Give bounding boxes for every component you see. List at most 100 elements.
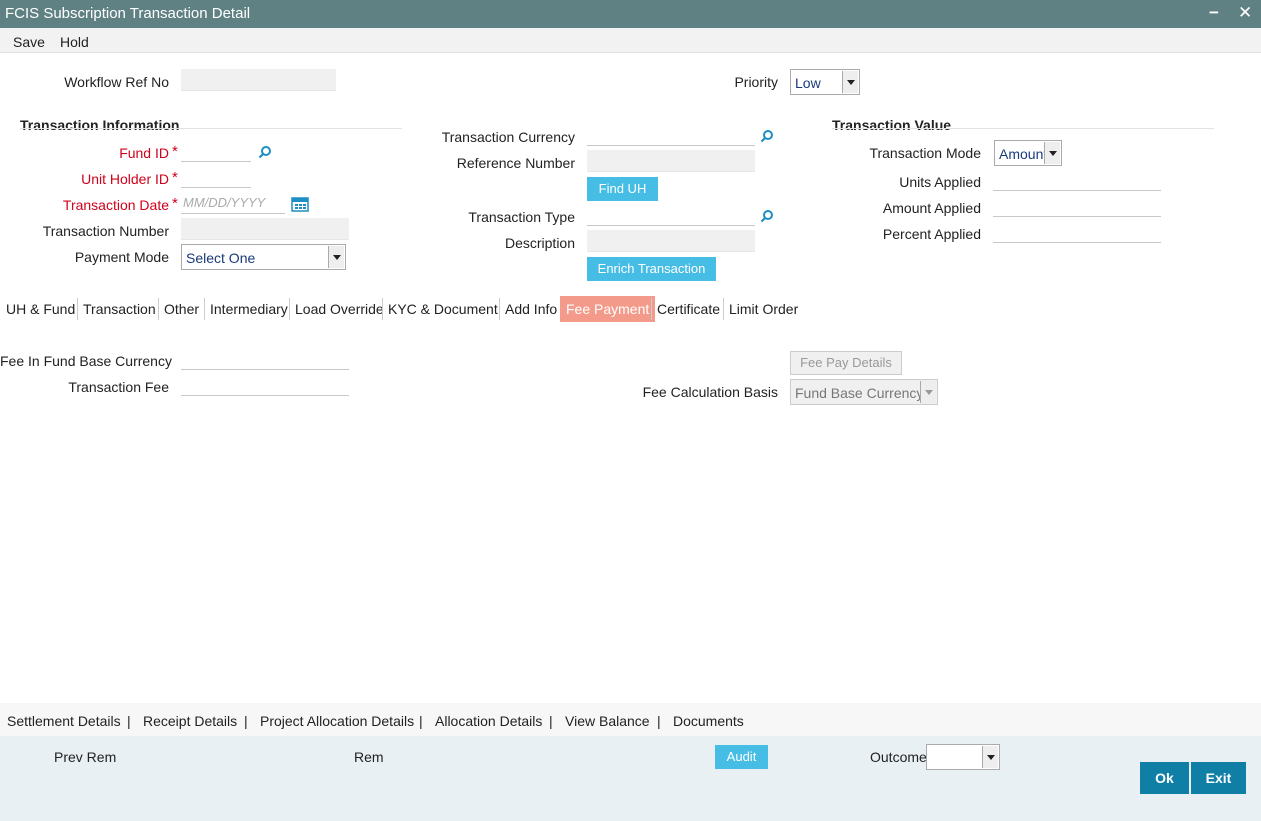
percent-applied-label: Percent Applied (882, 226, 981, 242)
tab-other[interactable]: Other (158, 296, 205, 322)
description-field[interactable] (587, 230, 755, 252)
transaction-number-input[interactable] (181, 218, 349, 239)
units-applied-field[interactable] (993, 169, 1161, 191)
chevron-down-icon[interactable] (1044, 142, 1060, 164)
payment-mode-label: Payment Mode (74, 249, 169, 265)
close-icon[interactable]: ✕ (1238, 3, 1252, 23)
transaction-currency-input[interactable] (587, 124, 755, 145)
link-separator: | (657, 713, 661, 729)
transaction-mode-select[interactable]: Amount (994, 140, 1062, 166)
audit-button[interactable]: Audit (715, 745, 768, 769)
link-separator: | (244, 713, 248, 729)
chevron-down-icon[interactable] (328, 246, 344, 268)
ok-button[interactable]: Ok (1140, 762, 1189, 794)
fund-id-field[interactable] (181, 140, 251, 162)
transaction-type-search-icon[interactable] (760, 209, 774, 223)
transaction-mode-label: Transaction Mode (869, 145, 981, 161)
transaction-currency-field[interactable] (587, 124, 755, 146)
fee-calculation-basis-select[interactable]: Fund Base Currency (790, 379, 938, 405)
workflow-ref-field[interactable] (181, 69, 336, 91)
minimize-icon[interactable]: − (1209, 3, 1219, 23)
fund-id-search-icon[interactable] (258, 145, 272, 159)
outcome-label: Outcome (870, 749, 927, 765)
transaction-type-input[interactable] (587, 204, 755, 225)
percent-applied-field[interactable] (993, 221, 1161, 243)
tab-limit-order[interactable]: Limit Order (723, 296, 804, 322)
transaction-mode-value: Amount (999, 146, 1048, 162)
calendar-icon[interactable] (291, 196, 309, 212)
transaction-number-label: Transaction Number (42, 223, 169, 239)
outcome-select[interactable] (926, 744, 1000, 770)
link-separator: | (549, 713, 553, 729)
fee-in-fund-base-currency-input[interactable] (181, 348, 349, 369)
workflow-ref-label: Workflow Ref No (64, 74, 169, 90)
menu-bar: Save Hold (0, 28, 1261, 53)
footer-bar: Prev Rem Rem Audit Outcome Ok Exit (0, 736, 1261, 821)
transaction-fee-field[interactable] (181, 374, 349, 396)
find-uh-button[interactable]: Find UH (587, 177, 658, 201)
tab-fee-payment[interactable]: Fee Payment (560, 296, 656, 322)
tab-kyc-document[interactable]: KYC & Document (382, 296, 504, 322)
menu-hold[interactable]: Hold (60, 34, 89, 50)
link-project-allocation-details[interactable]: Project Allocation Details (260, 713, 414, 729)
section-divider (832, 128, 1214, 129)
unit-holder-id-field[interactable] (181, 166, 251, 188)
window-title: FCIS Subscription Transaction Detail (5, 5, 251, 22)
tab-intermediary[interactable]: Intermediary (204, 296, 294, 322)
tab-uh-fund[interactable]: UH & Fund (0, 296, 81, 322)
transaction-fee-label: Transaction Fee (68, 379, 169, 395)
transaction-currency-label: Transaction Currency (441, 129, 575, 145)
amount-applied-field[interactable] (993, 195, 1161, 217)
fee-in-fund-base-currency-label: Fee In Fund Base Currency (0, 353, 172, 369)
bottom-links-bar: Settlement Details | Receipt Details | Proje… (0, 703, 1261, 736)
rem-label: Rem (354, 749, 384, 765)
fund-id-label: Fund ID (40, 145, 169, 161)
transaction-currency-search-icon[interactable] (760, 129, 774, 143)
reference-number-input[interactable] (587, 150, 755, 171)
amount-applied-input[interactable] (993, 195, 1161, 216)
amount-applied-label: Amount Applied (882, 200, 981, 216)
description-label: Description (504, 235, 575, 251)
fund-id-label-text: Fund ID (119, 145, 169, 161)
chevron-down-icon[interactable] (982, 746, 998, 768)
transaction-fee-input[interactable] (181, 374, 349, 395)
fee-calculation-basis-value: Fund Base Currency (795, 385, 924, 401)
transaction-date-input[interactable] (181, 192, 285, 213)
link-settlement-details[interactable]: Settlement Details (7, 713, 121, 729)
link-receipt-details[interactable]: Receipt Details (143, 713, 237, 729)
transaction-date-label-text: Transaction Date (62, 197, 169, 213)
payment-mode-select[interactable]: Select One (181, 244, 346, 270)
fee-pay-details-button[interactable]: Fee Pay Details (790, 351, 902, 375)
link-documents[interactable]: Documents (673, 713, 744, 729)
fee-in-fund-base-currency-field[interactable] (181, 348, 349, 370)
transaction-value-heading: Transaction Value (832, 117, 952, 133)
percent-applied-input[interactable] (993, 221, 1161, 242)
transaction-date-field[interactable] (181, 192, 285, 214)
enrich-transaction-button[interactable]: Enrich Transaction (587, 257, 716, 281)
menu-save[interactable]: Save (13, 34, 45, 50)
units-applied-label: Units Applied (899, 174, 981, 190)
priority-select[interactable]: Low (790, 69, 860, 95)
link-allocation-details[interactable]: Allocation Details (435, 713, 542, 729)
workflow-ref-input[interactable] (181, 69, 336, 90)
transaction-date-label: Transaction Date (40, 197, 169, 213)
tab-load-override[interactable]: Load Override (289, 296, 390, 322)
units-applied-input[interactable] (993, 169, 1161, 190)
unit-holder-id-input[interactable] (181, 166, 251, 187)
transaction-type-field[interactable] (587, 204, 755, 226)
tab-certificate[interactable]: Certificate (651, 296, 726, 322)
tab-transaction[interactable]: Transaction (77, 296, 162, 322)
reference-number-field[interactable] (587, 150, 755, 172)
exit-button[interactable]: Exit (1191, 762, 1246, 794)
payment-mode-value: Select One (186, 250, 256, 266)
transaction-number-field[interactable] (181, 218, 349, 240)
chevron-down-icon[interactable] (842, 71, 858, 93)
link-separator: | (127, 713, 131, 729)
description-input[interactable] (587, 230, 755, 251)
tab-add-info[interactable]: Add Info (499, 296, 563, 322)
chevron-down-icon[interactable] (920, 381, 936, 403)
unit-holder-id-label: Unit Holder ID (40, 171, 169, 187)
priority-value: Low (795, 75, 821, 91)
link-view-balance[interactable]: View Balance (565, 713, 650, 729)
fund-id-input[interactable] (181, 140, 251, 161)
